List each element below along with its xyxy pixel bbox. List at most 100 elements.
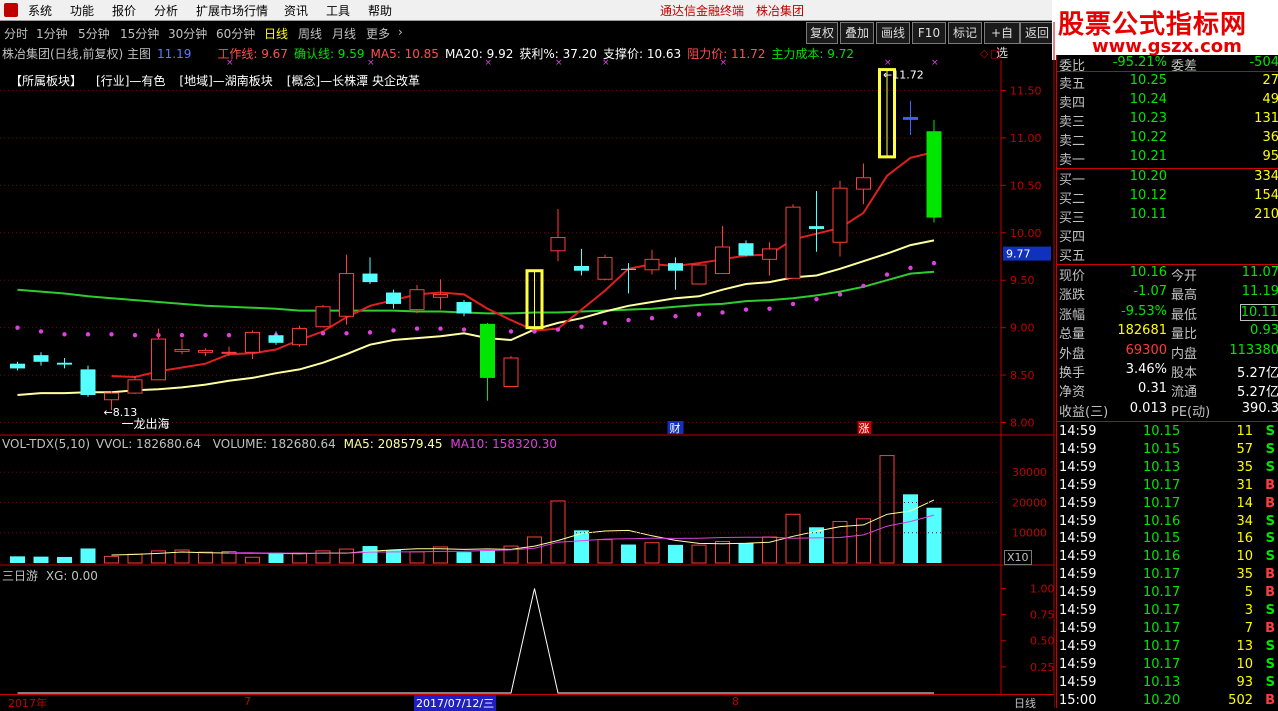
candle-body (57, 362, 72, 365)
trade-tick-row: 14:59 10.15 11 S (1057, 424, 1278, 442)
volume-bar (715, 541, 730, 564)
volume-bar (292, 552, 307, 564)
tick-price: 10.17 (1143, 567, 1181, 583)
watermark-logo: 股票公式指标网 www.gszx.com (1052, 0, 1278, 60)
volume-unit: X10 (1004, 550, 1032, 565)
ask-row[interactable]: 卖三 10.23 131 (1057, 111, 1278, 130)
support-dot (438, 326, 443, 331)
volume-bar (362, 546, 378, 563)
stat-value-right: 5.27亿 (1237, 366, 1278, 381)
ask-row[interactable]: 卖一 10.21 95 (1057, 149, 1278, 168)
bid-label: 买二 (1059, 192, 1086, 207)
candle-body (809, 226, 824, 229)
bid-row[interactable]: 买一 10.20 334 (1057, 169, 1278, 188)
trade-tick-row: 14:59 10.17 10 S (1057, 657, 1278, 675)
ask-row[interactable]: 卖五 10.25 27 (1057, 73, 1278, 92)
square-icon[interactable]: □ (990, 47, 1000, 60)
volume-bar (621, 544, 636, 563)
bid-row[interactable]: 买四 (1057, 226, 1278, 245)
stat-label-right: PE(动) (1171, 404, 1211, 420)
tick-direction: B (1265, 620, 1275, 636)
bid-row[interactable]: 买二 10.12 154 (1057, 188, 1278, 207)
volume-bar (57, 556, 72, 563)
support-dot (132, 333, 138, 338)
support-dot (391, 328, 396, 333)
tick-time: 14:59 (1059, 424, 1097, 439)
tick-price: 10.13 (1143, 674, 1181, 690)
ask-price: 10.23 (1129, 111, 1167, 126)
price-tick-label: 11.00 (1010, 132, 1042, 145)
ask-row[interactable]: 卖二 10.22 36 (1057, 130, 1278, 149)
tick-direction: B (1265, 585, 1275, 601)
support-dot (908, 265, 913, 271)
volume-bar (691, 544, 707, 564)
stat-value-right: 10.11 (1239, 303, 1278, 321)
bid-row[interactable]: 买三 10.11 210 (1057, 207, 1278, 226)
stat-label-right: 最高 (1171, 288, 1198, 304)
ask-volume: 27 (1262, 73, 1278, 88)
tick-price: 10.17 (1143, 656, 1181, 672)
bid-label: 买一 (1059, 173, 1086, 188)
candle-body (127, 379, 143, 394)
candle-body (644, 258, 660, 271)
event-marker-rise: 涨 (859, 422, 870, 435)
diamond-icon[interactable]: ◇ (980, 47, 989, 60)
ask-row[interactable]: 卖四 10.24 49 (1057, 92, 1278, 111)
trade-tick-row: 14:59 10.17 3 S (1057, 603, 1278, 621)
tick-price: 10.20 (1143, 692, 1181, 708)
tick-price: 10.16 (1143, 513, 1181, 529)
volume-bar (456, 552, 472, 563)
candle-body (362, 273, 378, 283)
tick-time: 14:59 (1059, 603, 1097, 618)
volume-bar (80, 548, 96, 563)
indicator-tick-label: 0.75 (1030, 609, 1055, 622)
bid-price: 10.12 (1129, 188, 1167, 203)
stat-label: 总量 (1059, 327, 1086, 343)
candle-body (691, 264, 707, 285)
candle-body (456, 302, 472, 314)
signal-label: 一龙出海 (122, 416, 170, 431)
stat-value: -1.07 (1133, 284, 1167, 300)
candle-body (409, 289, 425, 311)
date-label-aug: 8 (732, 695, 739, 708)
price-tick-label: 10.00 (1010, 227, 1042, 240)
tick-direction: S (1265, 531, 1275, 547)
support-dot (626, 317, 631, 323)
sanriyou-indicator: 1.00 0.75 0.50 0.25 (17, 582, 1055, 694)
stat-value: 3.46% (1125, 362, 1167, 377)
tick-time: 14:59 (1059, 459, 1097, 475)
tick-direction: S (1265, 656, 1275, 672)
top-x-marker: × (485, 58, 493, 68)
trade-tick-row: 14:59 10.13 93 S (1057, 675, 1278, 693)
volume-bar (10, 556, 25, 563)
kline-chart[interactable]: 11.50 11.00 10.50 10.00 9.50 9.00 8.50 8.00 ←11… (0, 0, 1056, 708)
tick-volume: 5 (1244, 585, 1253, 601)
stat-value: 69300 (1125, 342, 1167, 358)
tick-price: 10.15 (1143, 531, 1181, 547)
tick-volume: 10 (1236, 656, 1253, 672)
candle-body (339, 273, 354, 317)
indicator-legend: 三日游 XG: 0.00 (2, 567, 98, 584)
trade-tick-row: 14:59 10.13 35 S (1057, 460, 1278, 478)
support-dot (649, 315, 655, 321)
tick-volume: 16 (1236, 531, 1253, 547)
tick-direction: B (1265, 495, 1275, 511)
bid-volume: 334 (1254, 169, 1278, 184)
candle-body (386, 292, 401, 304)
candle-body (33, 355, 49, 362)
stat-label-right: 股本 (1171, 366, 1198, 381)
volume-bar (480, 549, 495, 563)
bid-row[interactable]: 买五 (1057, 245, 1278, 264)
tick-volume: 57 (1236, 441, 1253, 457)
candle-body (315, 306, 331, 328)
price-tick-label: 10.50 (1010, 179, 1042, 192)
volume-bar (198, 551, 213, 564)
tick-volume: 34 (1236, 513, 1253, 529)
stat-label: 收益(三) (1059, 404, 1109, 420)
support-dot (109, 332, 114, 337)
vvol-value: VVOL: 182680.64 (95, 437, 201, 451)
support-dot (720, 310, 725, 315)
stat-label-right: 量比 (1171, 327, 1198, 343)
stat-value-right: 113380 (1229, 342, 1278, 358)
top-x-marker: × (555, 58, 563, 68)
